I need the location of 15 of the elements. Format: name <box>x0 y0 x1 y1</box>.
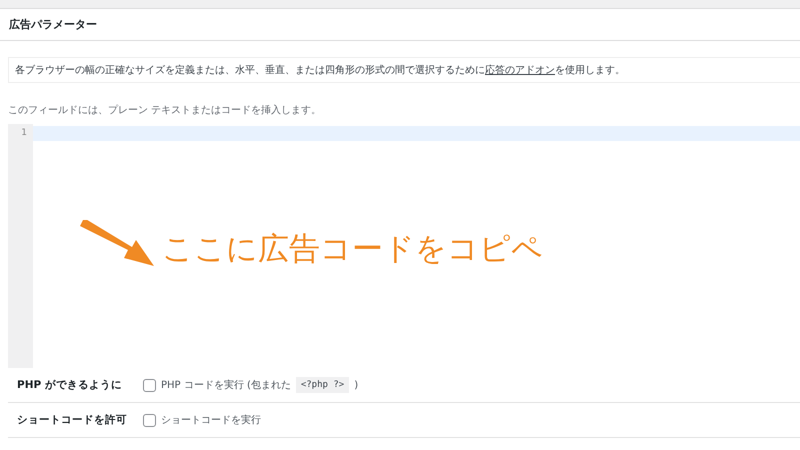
section-title: 広告パラメーター <box>9 17 97 32</box>
checkbox-label[interactable]: ショートコードを実行 <box>161 413 261 427</box>
suffix-text: ) <box>354 380 358 390</box>
checkbox-label[interactable]: PHP コードを実行 (包まれた <box>161 378 291 392</box>
annotation-text: ここに広告コードをコピペ <box>162 230 543 269</box>
option-label: ショートコードを許可 <box>16 413 128 427</box>
checkbox[interactable] <box>143 378 156 392</box>
code-snippet: <?php ?> <box>296 377 350 393</box>
arrow-icon <box>78 220 156 268</box>
notice-text: 各ブラウザーの幅の正確なサイズを定義または、水平、垂直、または四角形の形式の間で選択するために応答のアドオンを使用します。 <box>8 57 800 83</box>
checkbox[interactable] <box>143 414 156 426</box>
addon-link[interactable]: 応答のアドオン <box>485 65 555 76</box>
option-label: PHP ができるように <box>16 378 123 392</box>
field-hint: このフィールドには、プレーン テキストまたはコードを挿入します。 <box>8 104 322 117</box>
line-number: 1 <box>21 127 28 140</box>
